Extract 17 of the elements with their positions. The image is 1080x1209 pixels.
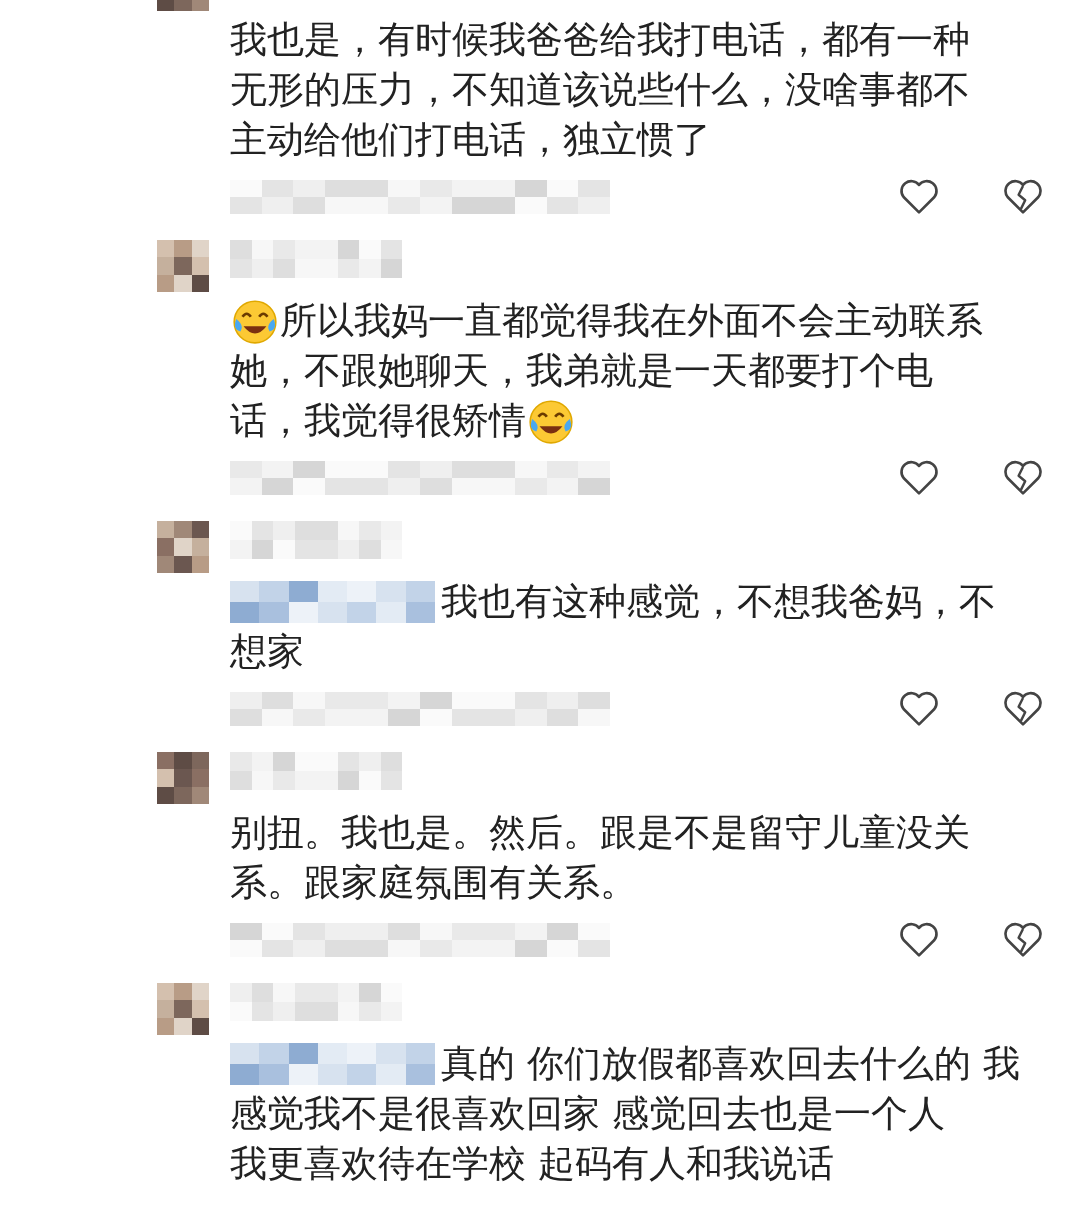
comment-text: 我更喜欢待在学校 起码有人和我说话 [230, 1141, 834, 1187]
avatar[interactable] [157, 240, 209, 292]
comment-text: 无形的压力，不知道该说些什么，没啥事都不 [230, 67, 970, 113]
comment-text: 我也有这种感觉，不想我爸妈，不 [441, 579, 996, 625]
avatar[interactable] [157, 752, 209, 804]
comment-text: 话，我觉得很矫情 [230, 398, 526, 444]
avatar[interactable] [157, 983, 209, 1035]
comment-text: 想家 [230, 629, 304, 675]
comment-text: 主动给他们打电话，独立惯了 [230, 117, 711, 163]
avatar[interactable] [157, 521, 209, 573]
comment-text: 我也是，有时候我爸爸给我打电话，都有一种 [230, 17, 970, 63]
comment-text: 别扭。我也是。然后。跟是不是留守儿童没关 [230, 810, 970, 856]
comment-text: 真的 你们放假都喜欢回去什么的 我 [441, 1041, 1020, 1087]
comment-text: 所以我妈一直都觉得我在外面不会主动联系 [280, 298, 983, 344]
comment-text: 感觉我不是很喜欢回家 感觉回去也是一个人 [230, 1091, 945, 1137]
comment-text: 系。跟家庭氛围有关系。 [230, 860, 637, 906]
comment-text: 她，不跟她聊天，我弟就是一天都要打个电 [230, 348, 933, 394]
